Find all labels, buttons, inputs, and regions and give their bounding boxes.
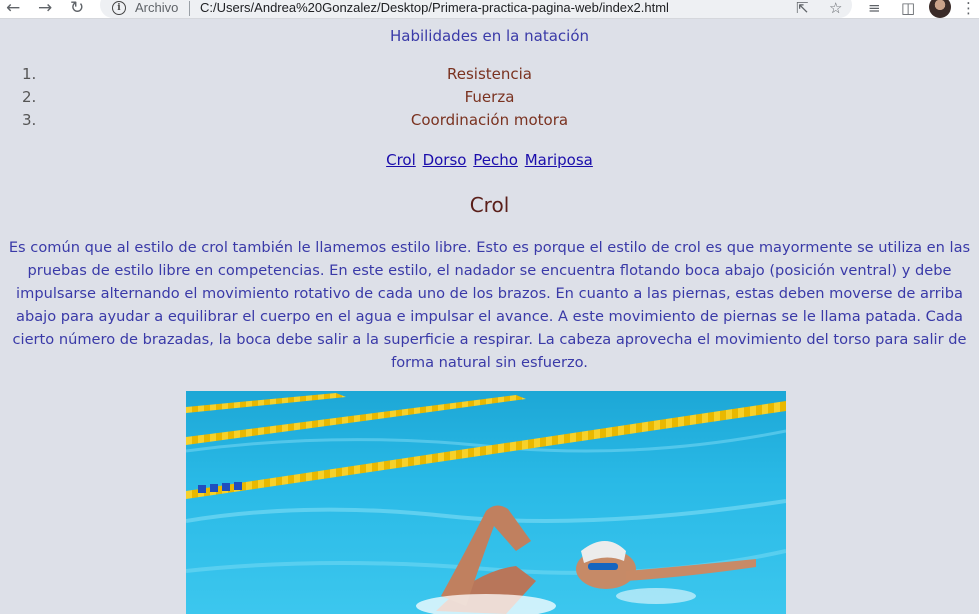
list-item-label: Fuerza xyxy=(464,88,515,106)
swimmer-photo xyxy=(186,391,786,614)
section-title: Crol xyxy=(469,193,510,217)
forward-arrow-icon[interactable]: → xyxy=(38,0,52,18)
menu-icon[interactable]: ⋮ xyxy=(961,0,976,17)
info-icon[interactable]: i xyxy=(112,1,126,15)
divider xyxy=(189,1,190,16)
list-item-label: Resistencia xyxy=(447,65,532,83)
style-links: Crol Dorso Pecho Mariposa xyxy=(0,150,979,170)
list-item: 2. Fuerza xyxy=(0,86,979,109)
link-pecho[interactable]: Pecho xyxy=(473,151,518,169)
browser-toolbar: ← → ↻ i Archivo C:/Users/Andrea%20Gonzal… xyxy=(0,0,979,19)
list-number: 2. xyxy=(22,88,37,106)
avatar[interactable] xyxy=(929,0,951,18)
list-number: 1. xyxy=(22,65,37,83)
reload-icon[interactable]: ↻ xyxy=(70,0,84,18)
reading-list-icon[interactable]: ≡ xyxy=(868,0,881,17)
list-item: 3. Coordinación motora xyxy=(0,109,979,132)
list-item: 1. Resistencia xyxy=(0,63,979,86)
link-mariposa[interactable]: Mariposa xyxy=(525,151,593,169)
list-item-label: Coordinación motora xyxy=(410,111,569,129)
link-dorso[interactable]: Dorso xyxy=(423,151,467,169)
list-number: 3. xyxy=(22,111,37,129)
back-arrow-icon[interactable]: ← xyxy=(6,0,20,18)
scheme-label: Archivo xyxy=(135,0,179,15)
crol-paragraph: Es común que al estilo de crol también l… xyxy=(8,239,971,371)
url-text[interactable]: C:/Users/Andrea%20Gonzalez/Desktop/Prime… xyxy=(200,0,669,16)
skills-list: 1. Resistencia 2. Fuerza 3. Coordinación mo… xyxy=(0,63,979,132)
star-icon[interactable]: ☆ xyxy=(829,0,842,17)
side-panel-icon[interactable]: ◫ xyxy=(901,0,915,17)
page-heading: Habilidades en la natación xyxy=(389,27,590,45)
share-icon[interactable]: ⇱ xyxy=(796,0,809,17)
link-crol[interactable]: Crol xyxy=(386,151,416,169)
